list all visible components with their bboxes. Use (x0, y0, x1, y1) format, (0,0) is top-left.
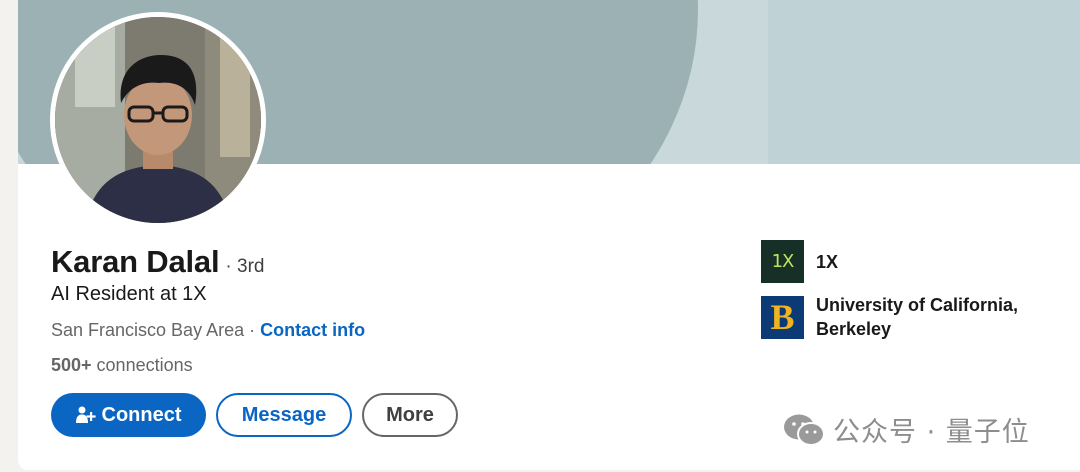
connection-degree: · 3rd (225, 256, 265, 277)
wechat-icon (784, 414, 825, 446)
logo-text: B (770, 297, 795, 337)
org-item-1x[interactable]: 1X 1X (761, 240, 838, 283)
name-row: Karan Dalal · 3rd (51, 244, 264, 280)
banner-shape (768, 0, 1080, 164)
connections-label: connections (91, 355, 193, 375)
logo-text: 1X (771, 251, 795, 272)
profile-headline: AI Resident at 1X (51, 283, 207, 305)
profile-name: Karan Dalal (51, 244, 220, 279)
connect-button[interactable]: Connect (51, 393, 206, 437)
org-name: University of California, Berkeley (816, 295, 1019, 339)
profile-card: Karan Dalal · 3rd AI Resident at 1X San … (18, 0, 1080, 470)
school-logo-berkeley: B (761, 295, 804, 339)
add-person-icon (75, 406, 96, 423)
company-logo-1x: 1X (761, 240, 804, 283)
profile-photo[interactable] (50, 12, 266, 228)
connections-row[interactable]: 500+ connections (51, 355, 193, 376)
org-name: 1X (816, 251, 839, 272)
more-label: More (386, 403, 434, 426)
separator: · (244, 320, 261, 340)
watermark-text: 公众号 · 量子位 (833, 417, 1030, 448)
message-button[interactable]: Message (216, 393, 352, 437)
profile-photo-image (55, 17, 261, 223)
connections-count: 500+ (51, 355, 92, 375)
message-label: Message (241, 403, 327, 426)
more-button[interactable]: More (362, 393, 458, 437)
location-row: San Francisco Bay Area · Contact info (51, 320, 365, 341)
connect-label: Connect (101, 403, 182, 426)
org-item-berkeley[interactable]: B University of California, Berkeley (761, 293, 1056, 341)
contact-info-link[interactable]: Contact info (260, 320, 365, 340)
profile-location: San Francisco Bay Area (51, 320, 245, 340)
watermark: 公众号 · 量子位 (783, 410, 1030, 449)
